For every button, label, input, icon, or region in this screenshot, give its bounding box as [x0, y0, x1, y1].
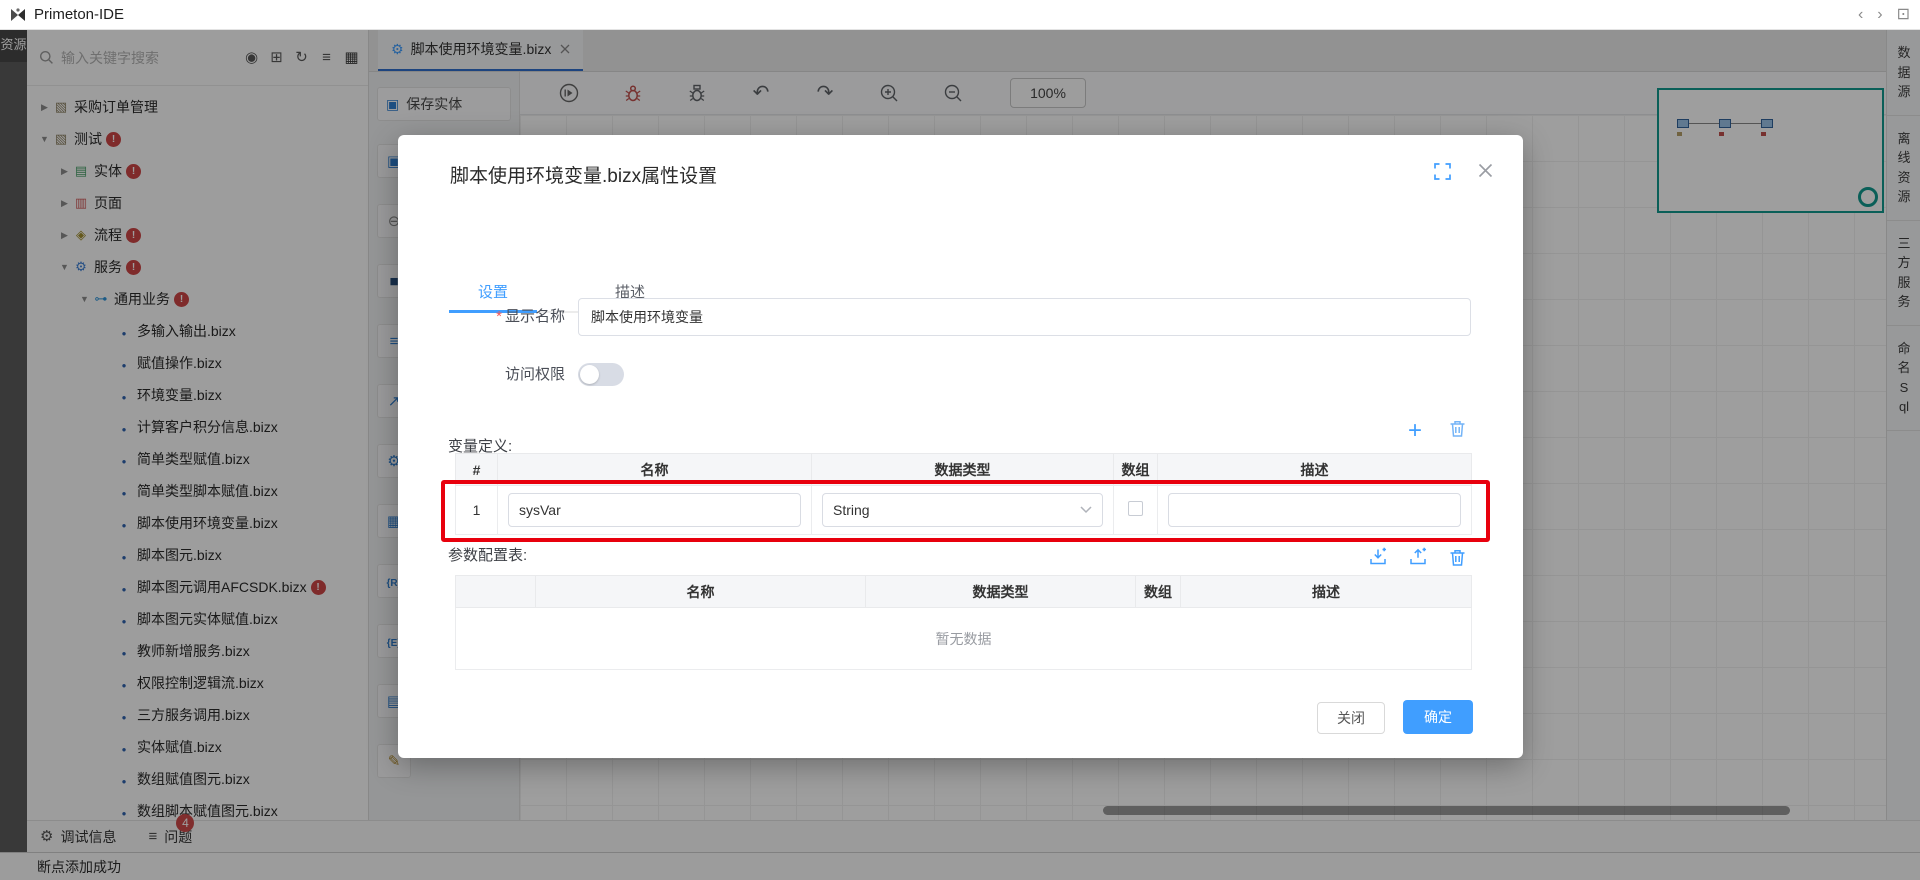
variables-table: # 名称 数据类型 数组 描述 1 String [455, 453, 1472, 535]
params-section-label: 参数配置表: [448, 544, 527, 565]
export-params-icon[interactable] [1408, 547, 1428, 572]
col-header-description: 描述 [1158, 454, 1472, 486]
variable-desc-input[interactable] [1168, 493, 1461, 527]
access-permission-label: 访问权限 [398, 363, 565, 386]
app-title: Primeton-IDE [34, 6, 124, 23]
col-header-datatype: 数据类型 [812, 454, 1114, 486]
display-name-label: *显示名称 [398, 298, 565, 336]
display-name-input[interactable] [578, 298, 1471, 336]
variable-array-checkbox[interactable] [1128, 501, 1143, 516]
required-asterisk: * [496, 308, 502, 325]
maximize-icon[interactable] [1434, 163, 1451, 185]
title-bar: Primeton-IDE ‹ › ⊡ [0, 0, 1920, 30]
col-header-datatype: 数据类型 [866, 576, 1136, 608]
empty-table-placeholder: 暂无数据 [456, 608, 1472, 670]
import-params-icon[interactable] [1368, 547, 1388, 572]
delete-params-icon[interactable] [1448, 548, 1467, 572]
nav-back-icon[interactable]: ‹ [1858, 7, 1863, 23]
properties-dialog: 脚本使用环境变量.bizx属性设置 设置 描述 *显示名称 访问权限 变量定义: [398, 135, 1523, 758]
dialog-title: 脚本使用环境变量.bizx属性设置 [450, 161, 717, 188]
variable-row: 1 String [456, 486, 1472, 535]
params-table: 名称 数据类型 数组 描述 暂无数据 [455, 575, 1472, 670]
toggle-knob [580, 365, 599, 384]
nav-forward-icon[interactable]: › [1877, 7, 1882, 23]
col-header-name: 名称 [498, 454, 812, 486]
app-logo-icon [9, 6, 27, 24]
col-header-name: 名称 [536, 576, 866, 608]
primeton-ide-window: Primeton-IDE ‹ › ⊡ 资源 [0, 0, 1920, 880]
variable-row-index: 1 [456, 486, 498, 535]
variable-type-select[interactable]: String [822, 493, 1103, 527]
col-header-blank [456, 576, 536, 608]
chevron-down-icon [1080, 506, 1092, 514]
variable-name-input[interactable] [508, 493, 801, 527]
variable-type-value: String [833, 502, 870, 518]
col-header-array: 数组 [1114, 454, 1158, 486]
access-permission-toggle[interactable] [578, 363, 624, 386]
layout-panel-icon[interactable]: ⊡ [1897, 7, 1910, 23]
col-header-description: 描述 [1181, 576, 1472, 608]
add-variable-icon[interactable]: + [1408, 419, 1422, 443]
confirm-button[interactable]: 确定 [1403, 700, 1473, 734]
delete-variable-icon[interactable] [1448, 419, 1467, 443]
col-header-index: # [456, 454, 498, 486]
col-header-array: 数组 [1136, 576, 1181, 608]
close-icon[interactable] [1478, 163, 1493, 183]
close-button[interactable]: 关闭 [1317, 702, 1385, 734]
